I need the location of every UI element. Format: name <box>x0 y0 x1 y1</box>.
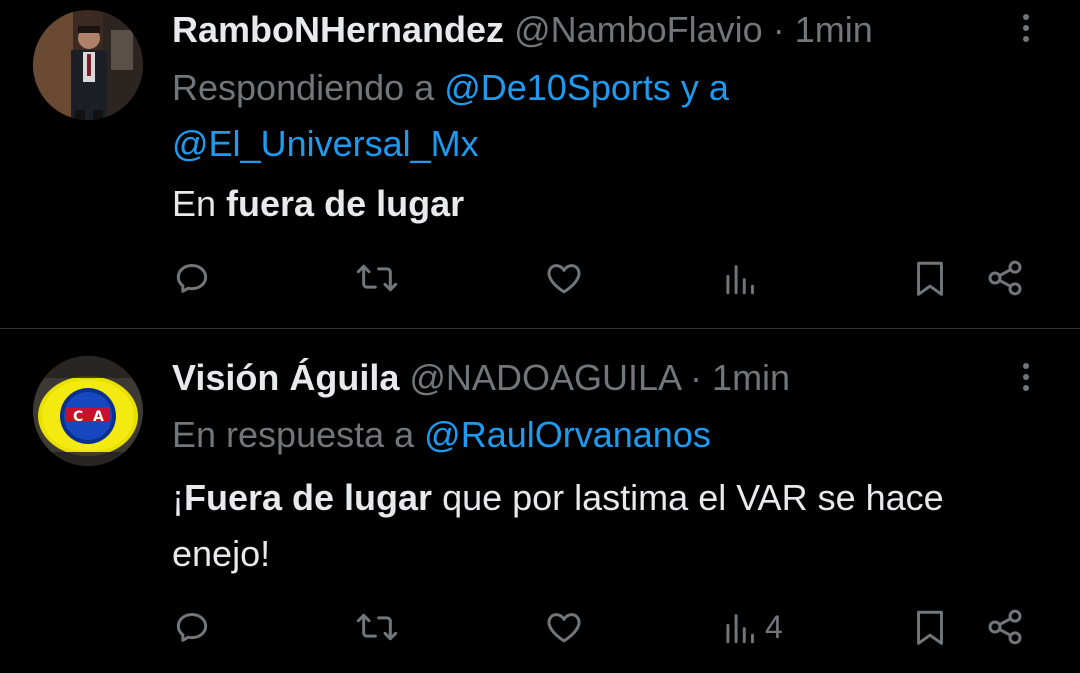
more-vertical-icon[interactable] <box>1020 10 1032 54</box>
tweet-text-plain: ¡ <box>172 477 184 518</box>
bookmark-icon <box>917 610 943 645</box>
display-name[interactable]: Visión Águila <box>172 357 399 398</box>
tweet-text-plain: En <box>172 183 227 224</box>
reply-icon <box>176 613 208 642</box>
views-button[interactable] <box>723 256 765 300</box>
retweet-icon <box>356 613 398 641</box>
heart-icon <box>547 264 581 294</box>
tweet-header: RamboNHernandez @NamboFlavio · 1min <box>172 8 990 52</box>
reply-prefix: En respuesta a <box>172 414 425 455</box>
timestamp[interactable]: 1min <box>712 357 790 398</box>
bookmark-button[interactable] <box>912 256 948 300</box>
person-photo-avatar-icon <box>33 10 143 120</box>
retweet-icon <box>356 264 398 292</box>
views-bar-chart-icon <box>726 265 754 295</box>
action-bar: 4 <box>172 605 1042 649</box>
more-vertical-icon[interactable] <box>1020 359 1032 403</box>
user-handle[interactable]: @NADOAGUILA <box>409 357 680 398</box>
reply-joiner[interactable]: y a <box>671 67 729 108</box>
avatar[interactable]: C A <box>33 356 143 466</box>
timestamp[interactable]: 1min <box>795 9 873 50</box>
user-handle[interactable]: @NamboFlavio <box>514 9 763 50</box>
bookmark-button[interactable] <box>912 605 948 649</box>
reply-button[interactable] <box>172 605 212 649</box>
retweet-button[interactable] <box>355 605 399 649</box>
tweet-text-bold: fuera de lugar <box>226 183 465 224</box>
separator-dot: · <box>690 357 703 398</box>
mention-link[interactable]: @El_Universal_Mx <box>172 123 479 164</box>
reply-prefix: Respondiendo a <box>172 67 445 108</box>
bookmark-icon <box>917 261 943 296</box>
tweet-text: ¡Fuera de lugar que por lastima el VAR s… <box>172 470 1050 582</box>
display-name[interactable]: RamboNHernandez <box>172 9 504 50</box>
heart-icon <box>547 613 581 643</box>
views-bar-chart-icon <box>726 614 754 644</box>
svg-text:C: C <box>73 409 83 425</box>
tweet-text-bold: Fuera de lugar <box>184 477 433 518</box>
reply-context: En respuesta a @RaulOrvananos <box>172 407 1040 463</box>
share-icon <box>988 609 1022 645</box>
share-icon <box>988 260 1022 296</box>
views-button[interactable]: 4 <box>723 605 783 649</box>
views-count: 4 <box>765 608 783 645</box>
retweet-button[interactable] <box>355 256 399 300</box>
reply-icon <box>176 264 208 293</box>
share-button[interactable] <box>985 605 1025 649</box>
mention-link[interactable]: @RaulOrvananos <box>424 414 711 455</box>
svg-text:A: A <box>93 409 104 425</box>
tweet-item[interactable]: C A Visión Águila @NADOAGUILA · 1min En … <box>0 329 1080 673</box>
mention-link[interactable]: @De10Sports <box>444 67 671 108</box>
reply-button[interactable] <box>172 256 212 300</box>
club-america-crest-avatar-icon: C A <box>33 356 143 466</box>
tweet-item[interactable]: RamboNHernandez @NamboFlavio · 1min Resp… <box>0 0 1080 328</box>
reply-context: Respondiendo a @De10Sports y a @El_Unive… <box>172 60 1040 172</box>
like-button[interactable] <box>544 605 584 649</box>
tweet-text: En fuera de lugar <box>172 176 1050 232</box>
action-bar <box>172 256 1042 300</box>
tweet-header: Visión Águila @NADOAGUILA · 1min <box>172 356 990 400</box>
separator-dot: · <box>772 9 785 50</box>
avatar[interactable] <box>33 10 143 120</box>
share-button[interactable] <box>985 256 1025 300</box>
like-button[interactable] <box>544 256 584 300</box>
